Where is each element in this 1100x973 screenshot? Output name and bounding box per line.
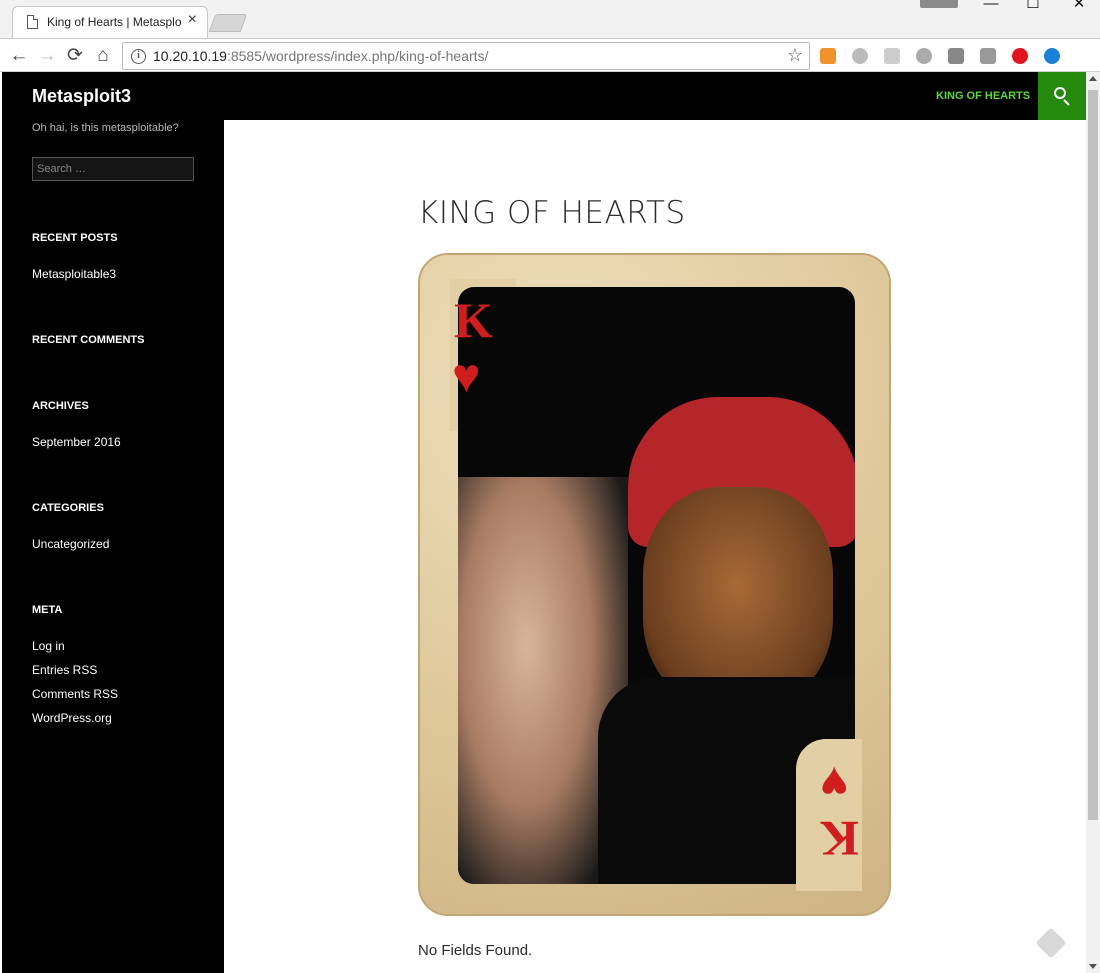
- meta-login-link[interactable]: Log in: [32, 639, 65, 653]
- extension-edit-icon[interactable]: [884, 48, 900, 64]
- meta-comments-rss-link[interactable]: Comments RSS: [32, 687, 118, 701]
- page-scrollbar[interactable]: [1086, 72, 1100, 973]
- card-rank-bottom: K: [820, 811, 859, 867]
- browser-tab[interactable]: King of Hearts | Metasploit3 ×: [12, 6, 208, 38]
- browser-tabstrip: King of Hearts | Metasploit3 × — ☐ ✕: [0, 0, 1100, 38]
- maximize-button[interactable]: ☐: [1018, 0, 1048, 13]
- back-button[interactable]: ←: [6, 43, 32, 69]
- tab-close-icon[interactable]: ×: [188, 12, 197, 28]
- site-tagline: Oh hai, is this metasploitable?: [32, 122, 179, 134]
- widget-title-recent-posts: RECENT POSTS: [32, 232, 118, 244]
- heart-icon: ♥: [452, 350, 481, 403]
- tab-title: King of Hearts | Metasploit3: [47, 15, 182, 29]
- card-rank-top: K: [454, 292, 493, 348]
- heart-icon: ♥: [820, 756, 849, 809]
- page-icon: [27, 15, 38, 29]
- info-icon[interactable]: i: [131, 49, 146, 64]
- extension-icon[interactable]: [980, 48, 996, 64]
- home-button[interactable]: ⌂: [90, 43, 116, 69]
- scroll-down-arrow-icon[interactable]: [1089, 964, 1097, 969]
- search-icon: [1054, 87, 1066, 99]
- sidebar: Oh hai, is this metasploitable? RECENT P…: [2, 120, 224, 973]
- widget-title-meta: META: [32, 604, 63, 616]
- post-body-text: No Fields Found.: [418, 942, 533, 959]
- profile-badge[interactable]: [920, 0, 958, 8]
- extension-rss-icon[interactable]: [820, 48, 836, 64]
- extension-icon[interactable]: [916, 48, 932, 64]
- widget-title-categories: CATEGORIES: [32, 502, 104, 514]
- header-search-button[interactable]: [1038, 72, 1086, 120]
- nav-item-king-of-hearts[interactable]: KING OF HEARTS: [936, 90, 1030, 102]
- web-page: Metasploit3 KING OF HEARTS Oh hai, is th…: [0, 72, 1086, 973]
- main-content: KING OF HEARTS K ♥ ♥ K No Fields Found.: [224, 120, 1086, 973]
- reload-button[interactable]: ⟳: [62, 43, 88, 69]
- extension-icon[interactable]: [1044, 48, 1060, 64]
- widget-title-archives: ARCHIVES: [32, 400, 89, 412]
- extension-opera-icon[interactable]: [1012, 48, 1028, 64]
- recent-post-link[interactable]: Metasploitable3: [32, 267, 116, 281]
- post-title: KING OF HEARTS: [418, 195, 686, 231]
- scrollbar-thumb[interactable]: [1088, 90, 1098, 820]
- king-of-hearts-card-image: K ♥ ♥ K: [418, 253, 891, 916]
- minimize-button[interactable]: —: [976, 0, 1006, 13]
- meta-wordpress-link[interactable]: WordPress.org: [32, 711, 112, 725]
- category-link[interactable]: Uncategorized: [32, 537, 109, 551]
- widget-title-recent-comments: RECENT COMMENTS: [32, 334, 145, 346]
- bookmark-star-icon[interactable]: ☆: [787, 45, 803, 66]
- sidebar-search-input[interactable]: [32, 157, 194, 181]
- forward-button[interactable]: →: [34, 43, 60, 69]
- extension-icon[interactable]: [852, 48, 868, 64]
- url-text: 10.20.10.19:8585/wordpress/index.php/kin…: [153, 48, 489, 64]
- site-title[interactable]: Metasploit3: [32, 86, 131, 107]
- site-header: Metasploit3 KING OF HEARTS: [2, 72, 1086, 120]
- address-bar[interactable]: i 10.20.10.19:8585/wordpress/index.php/k…: [122, 42, 810, 70]
- extension-icon[interactable]: [948, 48, 964, 64]
- browser-toolbar: ← → ⟳ ⌂ i 10.20.10.19:8585/wordpress/ind…: [0, 38, 1100, 72]
- archive-link[interactable]: September 2016: [32, 435, 121, 449]
- new-tab-button[interactable]: [208, 14, 248, 32]
- meta-entries-rss-link[interactable]: Entries RSS: [32, 663, 97, 677]
- scroll-up-arrow-icon[interactable]: [1089, 76, 1097, 81]
- close-window-button[interactable]: ✕: [1064, 0, 1094, 13]
